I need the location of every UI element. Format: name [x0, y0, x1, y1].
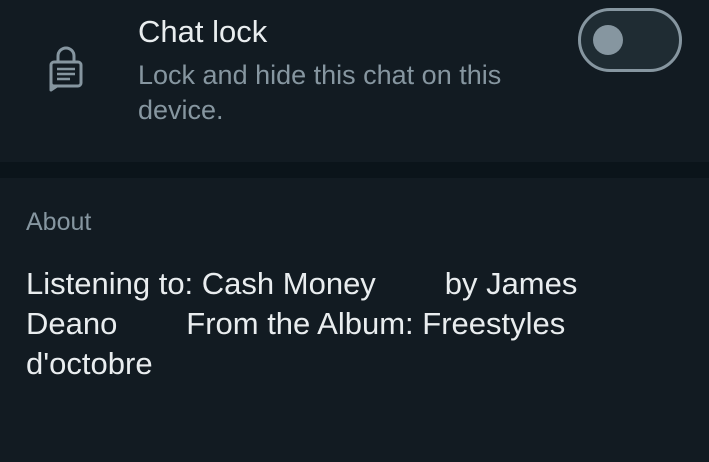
- about-section: About Listening to: Cash Money by James …: [0, 178, 709, 462]
- about-text: Listening to: Cash Money by James Deano …: [26, 266, 586, 381]
- toggle-knob: [593, 25, 623, 55]
- chat-lock-row[interactable]: Chat lock Lock and hide this chat on thi…: [0, 0, 709, 162]
- lock-chat-icon: [49, 46, 83, 92]
- about-heading: About: [26, 208, 92, 236]
- chat-lock-title: Chat lock: [138, 14, 268, 49]
- chat-lock-toggle[interactable]: [578, 8, 682, 72]
- chat-lock-description: Lock and hide this chat on this device.: [138, 60, 502, 125]
- section-divider: [0, 162, 709, 178]
